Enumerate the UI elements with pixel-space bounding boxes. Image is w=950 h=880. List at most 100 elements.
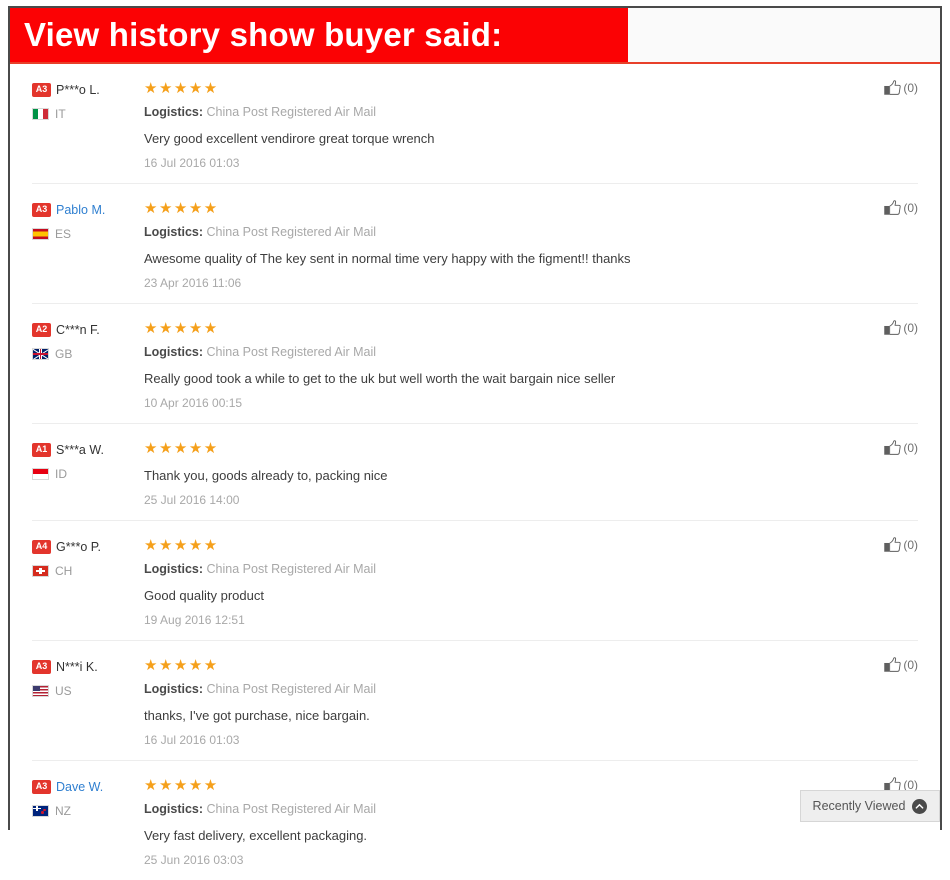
review-user-line: A4 G***o P. [32, 537, 144, 556]
review-user-column: A3 N***i K. US [32, 655, 144, 701]
review-content-column: ★★★★★ Logistics: China Post Registered Ai… [144, 655, 840, 748]
review-user-column: A3 P***o L. IT [32, 78, 144, 124]
review-logistics: Logistics: China Post Registered Air Mai… [144, 681, 840, 698]
review-user-line: A3 Dave W. [32, 777, 144, 796]
review-date: 19 Aug 2016 12:51 [144, 613, 245, 627]
thumbs-up-icon[interactable] [884, 440, 901, 456]
review-user-line: A2 C***n F. [32, 320, 144, 339]
country-code: GB [55, 347, 73, 361]
buyer-rank-badge: A2 [32, 322, 51, 337]
country-flag-icon-ch [32, 565, 49, 577]
header-red-banner: View history show buyer said: [10, 8, 628, 62]
buyer-name: S***a W. [56, 442, 104, 457]
review-country-line: ID [32, 464, 144, 484]
helpful-count: (0) [903, 201, 918, 215]
recently-viewed-label: Recently Viewed [812, 799, 906, 813]
review-comment: Really good took a while to get to the u… [144, 371, 616, 386]
review-helpful-column[interactable]: (0) [840, 78, 918, 96]
review-helpful-column[interactable]: (0) [840, 198, 918, 216]
review-country-line: US [32, 681, 144, 701]
buyer-rank-badge: A3 [32, 659, 51, 674]
review-country-line: ES [32, 224, 144, 244]
review-content-column: ★★★★★ Logistics: China Post Registered Ai… [144, 775, 840, 868]
review-country-line: IT [32, 104, 144, 124]
review-country-line: GB [32, 344, 144, 364]
review-logistics: Logistics: China Post Registered Air Mai… [144, 104, 840, 121]
review-comment: Awesome quality of The key sent in norma… [144, 251, 631, 266]
buyer-feedback-list: A3 P***o L. IT ★★★★★ Logistics: China Post R… [10, 64, 940, 880]
review-user-column: A2 C***n F. GB [32, 318, 144, 364]
review-date: 16 Jul 2016 01:03 [144, 156, 240, 170]
page-header: View history show buyer said: [10, 8, 940, 64]
review-comment: thanks, I've got purchase, nice bargain. [144, 708, 370, 723]
thumbs-up-icon[interactable] [884, 320, 901, 336]
table-row: A3 N***i K. US ★★★★★ Logistics: China Post R… [32, 641, 918, 761]
thumbs-up-icon[interactable] [884, 657, 901, 673]
review-date: 25 Jul 2016 14:00 [144, 493, 240, 507]
buyer-name: C***n F. [56, 322, 100, 337]
country-flag-icon-es [32, 228, 49, 240]
review-content-column: ★★★★★ Logistics: China Post Registered Ai… [144, 318, 840, 411]
buyer-rank-badge: A3 [32, 82, 51, 97]
logistics-label: Logistics: [144, 802, 204, 816]
country-flag-icon-it [32, 108, 49, 120]
logistics-label: Logistics: [144, 105, 204, 119]
logistics-value: China Post Registered Air Mail [206, 682, 377, 696]
country-code: ES [55, 227, 72, 241]
country-flag-icon-nz [32, 805, 49, 817]
star-rating: ★★★★★ [144, 80, 219, 97]
country-code: CH [55, 564, 73, 578]
thumbs-up-icon[interactable] [884, 200, 901, 216]
star-rating: ★★★★★ [144, 777, 219, 794]
logistics-label: Logistics: [144, 225, 204, 239]
review-content-column: ★★★★★ Thank you, goods already to, packin… [144, 438, 840, 508]
review-user-column: A1 S***a W. ID [32, 438, 144, 484]
logistics-value: China Post Registered Air Mail [206, 225, 377, 239]
review-comment: Thank you, goods already to, packing nic… [144, 468, 388, 483]
helpful-count: (0) [903, 538, 918, 552]
table-row: A3 P***o L. IT ★★★★★ Logistics: China Post R… [32, 64, 918, 184]
logistics-value: China Post Registered Air Mail [206, 802, 377, 816]
logistics-value: China Post Registered Air Mail [206, 105, 377, 119]
review-comment: Good quality product [144, 588, 264, 603]
thumbs-up-icon[interactable] [884, 80, 901, 96]
review-user-column: A3 Dave W. NZ [32, 775, 144, 821]
review-user-column: A3 Pablo M. ES [32, 198, 144, 244]
review-content-column: ★★★★★ Logistics: China Post Registered Ai… [144, 78, 840, 171]
review-date: 25 Jun 2016 03:03 [144, 853, 244, 867]
helpful-count: (0) [903, 441, 918, 455]
page-title: View history show buyer said: [24, 16, 503, 53]
helpful-count: (0) [903, 658, 918, 672]
helpful-count: (0) [903, 81, 918, 95]
logistics-label: Logistics: [144, 562, 204, 576]
review-user-line: A3 P***o L. [32, 80, 144, 99]
review-helpful-column[interactable]: (0) [840, 318, 918, 336]
helpful-count: (0) [903, 321, 918, 335]
country-code: ID [55, 467, 67, 481]
review-user-column: A4 G***o P. CH [32, 535, 144, 581]
country-code: US [55, 684, 72, 698]
review-comment: Very good excellent vendirore great torq… [144, 131, 435, 146]
logistics-label: Logistics: [144, 682, 204, 696]
review-content-column: ★★★★★ Logistics: China Post Registered Ai… [144, 198, 840, 291]
review-helpful-column[interactable]: (0) [840, 438, 918, 456]
review-country-line: NZ [32, 801, 144, 821]
table-row: A4 G***o P. CH ★★★★★ Logistics: China Post R… [32, 521, 918, 641]
buyer-name[interactable]: Pablo M. [56, 203, 105, 217]
chevron-up-icon[interactable] [912, 798, 928, 814]
review-logistics: Logistics: China Post Registered Air Mai… [144, 801, 840, 818]
review-user-line: A1 S***a W. [32, 440, 144, 459]
buyer-rank-badge: A3 [32, 779, 51, 794]
recently-viewed-widget[interactable]: Recently Viewed [800, 790, 940, 822]
table-row: A3 Pablo M. ES ★★★★★ Logistics: China Post R… [32, 184, 918, 304]
review-helpful-column[interactable]: (0) [840, 535, 918, 553]
table-row: A3 Dave W. NZ ★★★★★ Logistics: China Post Re… [32, 761, 918, 880]
review-helpful-column[interactable]: (0) [840, 655, 918, 673]
buyer-rank-badge: A4 [32, 539, 51, 554]
country-code: NZ [55, 804, 71, 818]
thumbs-up-icon[interactable] [884, 537, 901, 553]
buyer-rank-badge: A1 [32, 442, 51, 457]
buyer-name: G***o P. [56, 539, 101, 554]
buyer-name[interactable]: Dave W. [56, 780, 103, 794]
country-flag-icon-us [32, 685, 49, 697]
